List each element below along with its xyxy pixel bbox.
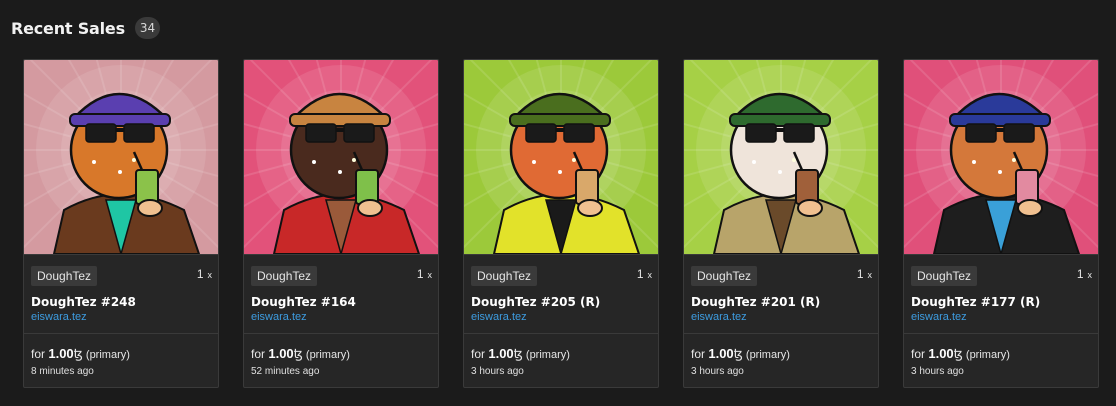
card-info: DoughTez 1x DoughTez #205 (R) eiswara.te… xyxy=(464,254,658,334)
edition-quantity: 1x xyxy=(857,267,872,281)
collection-badge[interactable]: DoughTez xyxy=(31,266,98,286)
price-note: (primary) xyxy=(745,349,790,361)
card-info: DoughTez 1x DoughTez #177 (R) eiswara.te… xyxy=(904,254,1098,334)
tez-currency-icon: ꜩ xyxy=(733,346,743,361)
token-name[interactable]: DoughTez #177 (R) xyxy=(911,295,1040,309)
token-name[interactable]: DoughTez #248 xyxy=(31,295,136,309)
price: 1.00 xyxy=(708,346,734,361)
quantity: 1 xyxy=(636,267,644,281)
collection-badge[interactable]: DoughTez xyxy=(691,266,758,286)
edition-quantity: 1x xyxy=(637,267,652,281)
tez-currency-icon: ꜩ xyxy=(953,346,963,361)
sale-details: for 1.00ꜩ (primary) 3 hours ago xyxy=(464,335,658,387)
nft-artwork-image[interactable] xyxy=(24,60,218,254)
sale-details: for 1.00ꜩ (primary) 52 minutes ago xyxy=(244,335,438,387)
quantity-suffix: x xyxy=(207,270,213,280)
collection-badge[interactable]: DoughTez xyxy=(471,266,538,286)
collection-badge[interactable]: DoughTez xyxy=(911,266,978,286)
sale-price: for 1.00ꜩ (primary) xyxy=(691,346,790,362)
sale-time: 52 minutes ago xyxy=(251,366,320,377)
quantity-suffix: x xyxy=(427,270,433,280)
recent-sales-header: Recent Sales 34 xyxy=(11,17,161,39)
creator-link[interactable]: eiswara.tez xyxy=(911,311,967,323)
nft-artwork-image[interactable] xyxy=(684,60,878,254)
price: 1.00 xyxy=(48,346,74,361)
token-name[interactable]: DoughTez #201 (R) xyxy=(691,295,820,309)
nft-artwork-image[interactable] xyxy=(464,60,658,254)
sale-details: for 1.00ꜩ (primary) 8 minutes ago xyxy=(24,335,218,387)
price: 1.00 xyxy=(928,346,954,361)
sale-card-4[interactable]: DoughTez 1x DoughTez #201 (R) eiswara.te… xyxy=(683,59,879,388)
price-note: (primary) xyxy=(85,349,130,361)
tez-currency-icon: ꜩ xyxy=(73,346,83,361)
sale-card-5[interactable]: DoughTez 1x DoughTez #177 (R) eiswara.te… xyxy=(903,59,1099,388)
token-name[interactable]: DoughTez #164 xyxy=(251,295,356,309)
sale-price: for 1.00ꜩ (primary) xyxy=(911,346,1010,362)
sale-price: for 1.00ꜩ (primary) xyxy=(251,346,350,362)
card-info: DoughTez 1x DoughTez #164 eiswara.tez xyxy=(244,254,438,334)
quantity-suffix: x xyxy=(867,270,873,280)
sale-price: for 1.00ꜩ (primary) xyxy=(31,346,130,362)
creator-link[interactable]: eiswara.tez xyxy=(31,311,87,323)
sale-time: 3 hours ago xyxy=(471,366,524,377)
edition-quantity: 1x xyxy=(417,267,432,281)
nft-artwork-image[interactable] xyxy=(244,60,438,254)
collection-badge[interactable]: DoughTez xyxy=(251,266,318,286)
quantity: 1 xyxy=(1076,267,1084,281)
token-name[interactable]: DoughTez #205 (R) xyxy=(471,295,600,309)
edition-quantity: 1x xyxy=(197,267,212,281)
creator-link[interactable]: eiswara.tez xyxy=(691,311,747,323)
sale-card-1[interactable]: DoughTez 1x DoughTez #248 eiswara.tez fo… xyxy=(23,59,219,388)
sale-details: for 1.00ꜩ (primary) 3 hours ago xyxy=(904,335,1098,387)
sale-price: for 1.00ꜩ (primary) xyxy=(471,346,570,362)
section-title: Recent Sales xyxy=(11,18,125,38)
price-note: (primary) xyxy=(965,349,1010,361)
price-prefix: for xyxy=(691,347,706,361)
price-note: (primary) xyxy=(525,349,570,361)
quantity-suffix: x xyxy=(1087,270,1093,280)
creator-link[interactable]: eiswara.tez xyxy=(471,311,527,323)
quantity: 1 xyxy=(416,267,424,281)
quantity-suffix: x xyxy=(647,270,653,280)
tez-currency-icon: ꜩ xyxy=(513,346,523,361)
edition-quantity: 1x xyxy=(1077,267,1092,281)
card-info: DoughTez 1x DoughTez #201 (R) eiswara.te… xyxy=(684,254,878,334)
quantity: 1 xyxy=(196,267,204,281)
price-prefix: for xyxy=(31,347,46,361)
price-note: (primary) xyxy=(305,349,350,361)
sale-details: for 1.00ꜩ (primary) 3 hours ago xyxy=(684,335,878,387)
price: 1.00 xyxy=(488,346,514,361)
price: 1.00 xyxy=(268,346,294,361)
sale-card-2[interactable]: DoughTez 1x DoughTez #164 eiswara.tez fo… xyxy=(243,59,439,388)
nft-artwork-image[interactable] xyxy=(904,60,1098,254)
price-prefix: for xyxy=(251,347,266,361)
sale-card-3[interactable]: DoughTez 1x DoughTez #205 (R) eiswara.te… xyxy=(463,59,659,388)
tez-currency-icon: ꜩ xyxy=(293,346,303,361)
sale-time: 3 hours ago xyxy=(691,366,744,377)
price-prefix: for xyxy=(911,347,926,361)
sale-time: 3 hours ago xyxy=(911,366,964,377)
creator-link[interactable]: eiswara.tez xyxy=(251,311,307,323)
sale-time: 8 minutes ago xyxy=(31,366,94,377)
quantity: 1 xyxy=(856,267,864,281)
sales-count-badge: 34 xyxy=(134,17,161,39)
price-prefix: for xyxy=(471,347,486,361)
card-info: DoughTez 1x DoughTez #248 eiswara.tez xyxy=(24,254,218,334)
